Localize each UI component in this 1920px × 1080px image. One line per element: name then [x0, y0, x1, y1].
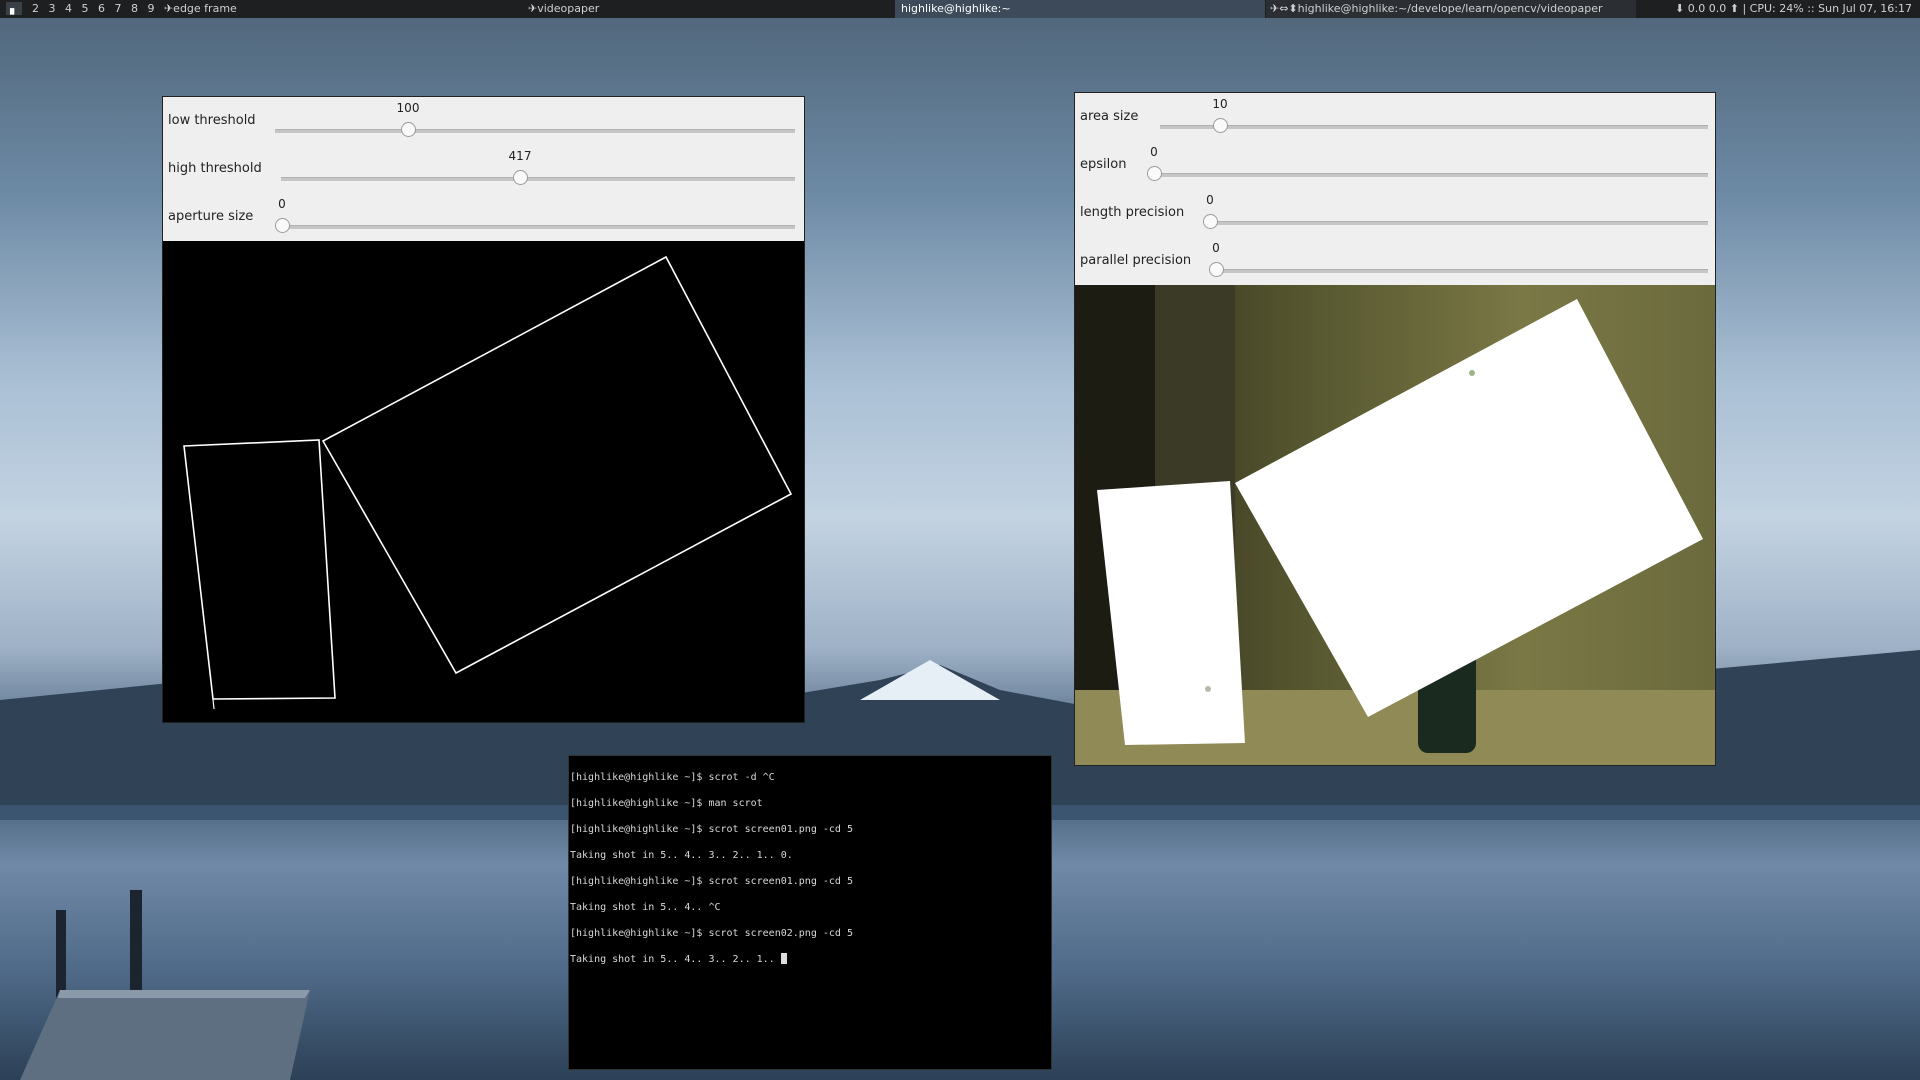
- slider-value: 100: [396, 101, 420, 115]
- slider-track[interactable]: [1160, 125, 1708, 129]
- top-panel: ▖ 2 3 4 5 6 7 8 9 ✈edge frame ✈videopape…: [0, 0, 1920, 18]
- slider-handle[interactable]: [1203, 214, 1218, 229]
- terminal-line: Taking shot in 5.. 4.. ^C: [570, 902, 721, 913]
- terminal-line: Taking shot in 5.. 4.. 3.. 2.. 1..: [570, 954, 781, 965]
- edge-image: [183, 255, 793, 710]
- videopaper-window: area size 10 epsilon 0 length precision …: [1074, 92, 1716, 766]
- slider-track[interactable]: [1210, 221, 1708, 225]
- download-icon: ⬇: [1675, 2, 1685, 15]
- task-terminal-path[interactable]: ✈⇔⬍highlike@highlike:~/develope/learn/op…: [1266, 0, 1636, 18]
- slider-value: 0: [1212, 241, 1220, 255]
- trackbar-epsilon[interactable]: epsilon 0: [1075, 141, 1715, 189]
- slider-value: 0: [1150, 145, 1158, 159]
- terminal-window[interactable]: [highlike@highlike ~]$ scrot -d ^C [high…: [568, 755, 1052, 1070]
- terminal-cursor: [780, 953, 787, 964]
- trackbar-aperture-size[interactable]: aperture size 0: [163, 193, 804, 241]
- workspace-5[interactable]: 5: [81, 2, 88, 15]
- workspace-current[interactable]: ▖: [6, 2, 23, 15]
- trackbar-label: low threshold: [168, 113, 256, 128]
- workspace-2[interactable]: 2: [32, 2, 39, 15]
- workspace-8[interactable]: 8: [131, 2, 138, 15]
- slider-handle[interactable]: [1209, 262, 1224, 277]
- terminal-line: [highlike@highlike ~]$ scrot screen02.pn…: [570, 928, 853, 939]
- edge-canvas: [163, 241, 804, 722]
- slider-track[interactable]: [1216, 269, 1708, 273]
- wallpaper-dock: [20, 890, 310, 1080]
- slider-value: 0: [278, 197, 286, 211]
- camera-frame: [1075, 285, 1715, 765]
- status-area: ⬇ 0.0 0.0 ⬆ | CPU: 24% :: Sun Jul 07, 16…: [1675, 2, 1912, 15]
- cpu-usage: CPU: 24%: [1749, 2, 1804, 15]
- clock: Sun Jul 07, 16:17: [1818, 2, 1912, 15]
- terminal-line: [highlike@highlike ~]$ scrot screen01.pn…: [570, 824, 853, 835]
- trackbar-parallel-precision[interactable]: parallel precision 0: [1075, 237, 1715, 285]
- workspace-4[interactable]: 4: [65, 2, 72, 15]
- slider-handle[interactable]: [513, 170, 528, 185]
- workspace-6[interactable]: 6: [98, 2, 105, 15]
- slider-value: 417: [508, 149, 532, 163]
- slider-handle[interactable]: [1213, 118, 1228, 133]
- slider-handle[interactable]: [275, 218, 290, 233]
- slider-track[interactable]: [275, 129, 795, 133]
- trackbar-label: epsilon: [1080, 157, 1127, 172]
- task-terminal[interactable]: highlike@highlike:~: [895, 0, 1265, 18]
- video-canvas: [1075, 285, 1715, 765]
- workspace-7[interactable]: 7: [114, 2, 121, 15]
- terminal-line: [highlike@highlike ~]$ scrot -d ^C: [570, 772, 775, 783]
- trackbar-label: area size: [1080, 109, 1139, 124]
- slider-track[interactable]: [1154, 173, 1708, 177]
- net-speed: 0.0 0.0: [1687, 2, 1727, 15]
- terminal-line: Taking shot in 5.. 4.. 3.. 2.. 1.. 0.: [570, 850, 793, 861]
- workspace-9[interactable]: 9: [147, 2, 154, 15]
- task-edge-frame[interactable]: ✈edge frame: [164, 2, 237, 15]
- trackbar-length-precision[interactable]: length precision 0: [1075, 189, 1715, 237]
- edge-frame-window: low threshold 100 high threshold 417 ape…: [162, 96, 805, 723]
- slider-track[interactable]: [282, 225, 795, 229]
- trackbar-low-threshold[interactable]: low threshold 100: [163, 97, 804, 145]
- trackbar-area-size[interactable]: area size 10: [1075, 93, 1715, 141]
- slider-value: 10: [1212, 97, 1228, 111]
- trackbar-label: high threshold: [168, 161, 262, 176]
- trackbar-label: aperture size: [168, 209, 254, 224]
- slider-value: 0: [1206, 193, 1214, 207]
- workspace-3[interactable]: 3: [48, 2, 55, 15]
- terminal-line: [highlike@highlike ~]$ man scrot: [570, 798, 763, 809]
- workspace-switcher[interactable]: ▖ 2 3 4 5 6 7 8 9 ✈edge frame: [6, 0, 243, 18]
- terminal-line: [highlike@highlike ~]$ scrot screen01.pn…: [570, 876, 853, 887]
- task-videopaper[interactable]: ✈videopaper: [528, 0, 599, 18]
- slider-track[interactable]: [281, 177, 795, 181]
- slider-handle[interactable]: [1147, 166, 1162, 181]
- trackbar-high-threshold[interactable]: high threshold 417: [163, 145, 804, 193]
- trackbar-label: parallel precision: [1080, 253, 1192, 268]
- slider-handle[interactable]: [401, 122, 416, 137]
- trackbar-label: length precision: [1080, 205, 1185, 220]
- upload-icon: ⬆: [1729, 2, 1739, 15]
